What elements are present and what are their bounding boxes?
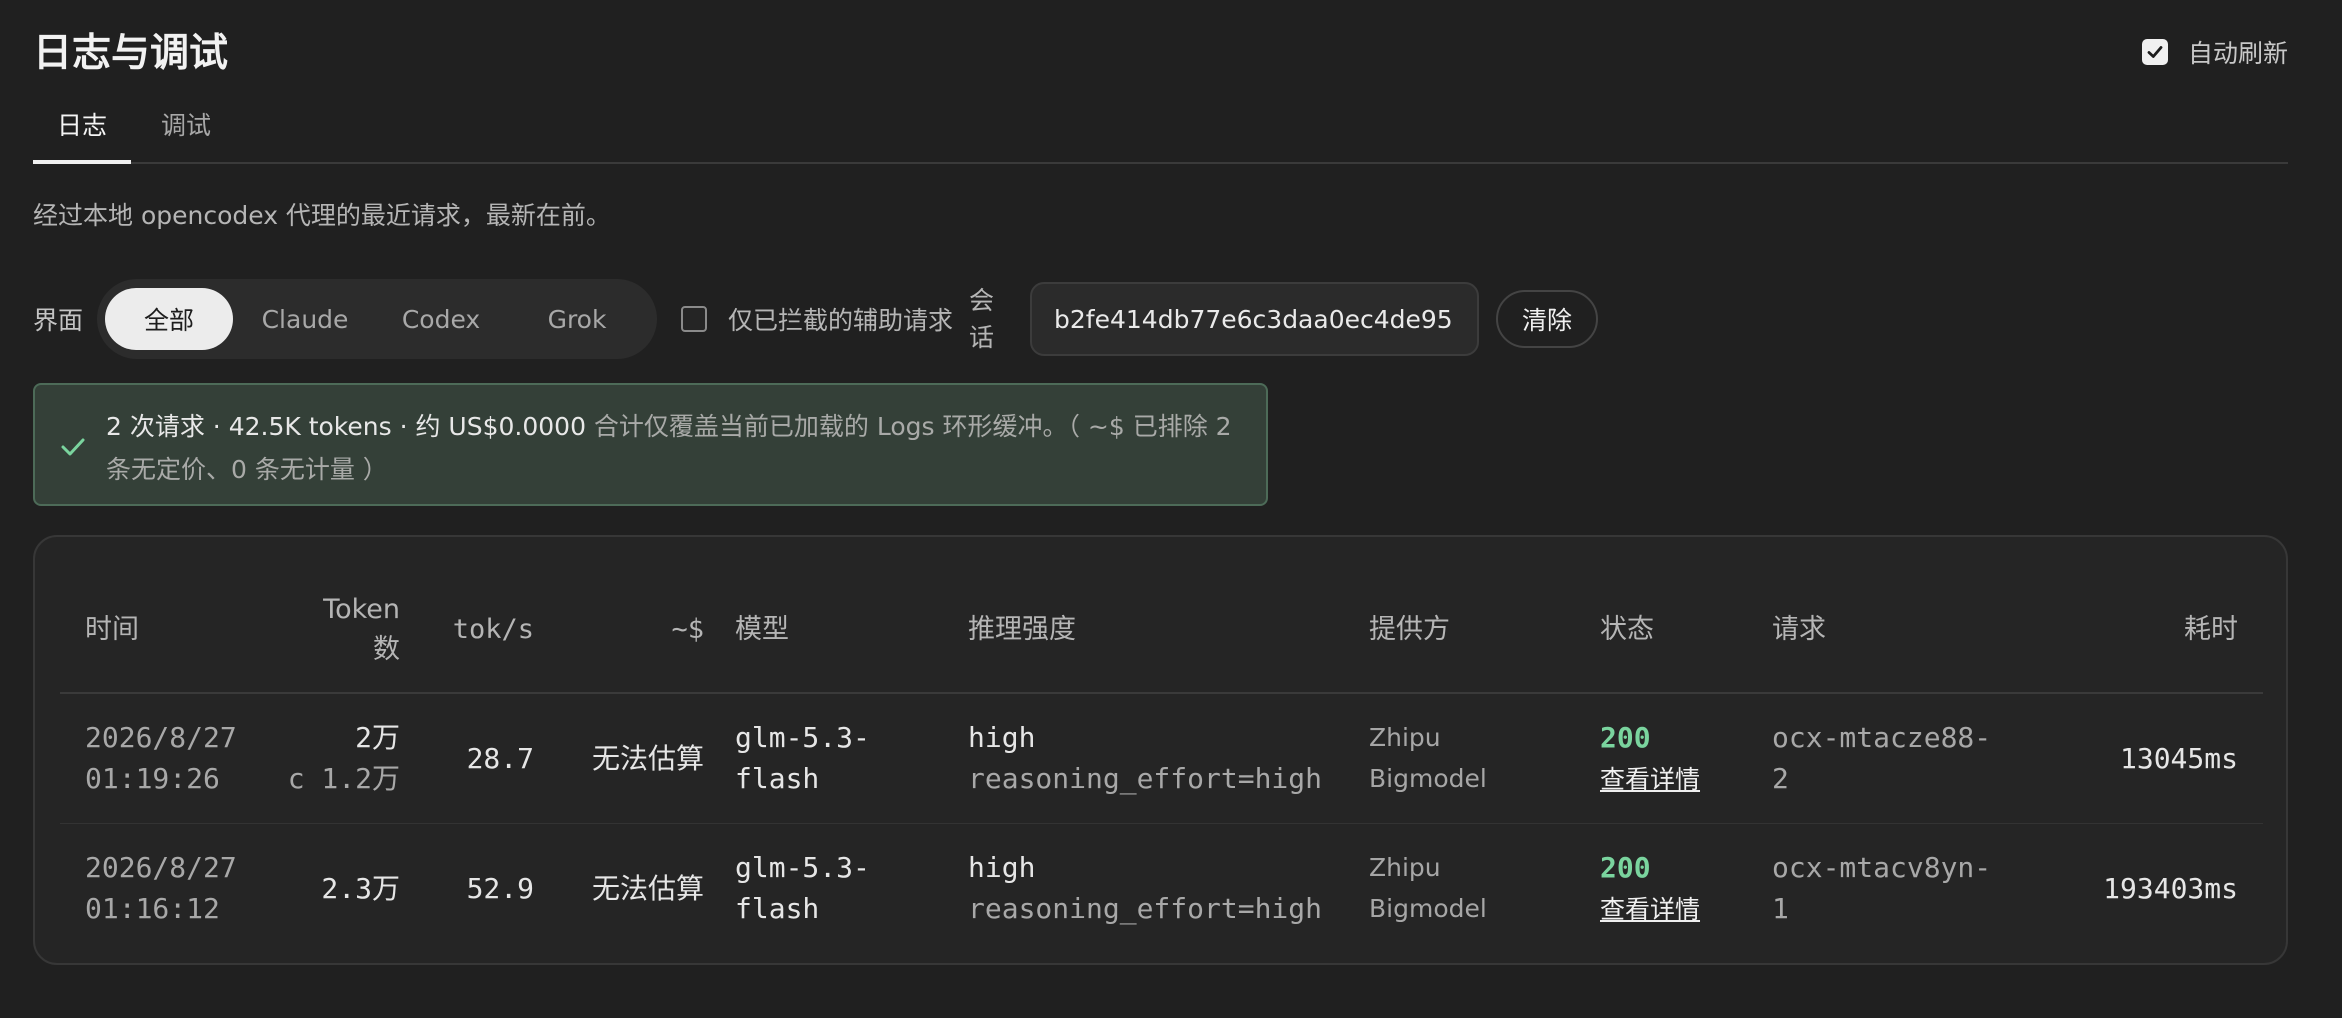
session-label: 会话 <box>969 286 995 352</box>
checkmark-icon <box>2147 46 2163 58</box>
session-input[interactable] <box>1030 282 1480 356</box>
col-provider[interactable]: 提供方 <box>1369 567 1600 694</box>
logs-table: 时间 Token 数 tok/s ~$ 模型 推理强度 提供方 状态 请求 耗时… <box>60 567 2263 953</box>
surface-option-all[interactable]: 全部 <box>105 288 234 350</box>
tab-debug[interactable]: 调试 <box>137 92 235 164</box>
cell-tokens: 2.3万 <box>277 823 400 953</box>
col-time[interactable]: 时间 <box>60 567 277 694</box>
auto-refresh-label: 自动刷新 <box>2187 39 2288 68</box>
cell-effort: high reasoning_effort=high <box>968 823 1369 953</box>
cell-provider: Zhipu Bigmodel <box>1369 693 1600 824</box>
cell-duration: 13045ms <box>1992 693 2263 824</box>
cell-clock: 01:16:12 <box>85 892 220 926</box>
cell-request-line1: ocx-mtacv8yn- <box>1772 851 1992 885</box>
status-code: 200 <box>1600 850 1651 884</box>
cell-duration: 193403ms <box>2103 871 2238 905</box>
surface-option-claude[interactable]: Claude <box>241 288 369 350</box>
cell-effort-detail: reasoning_effort=high <box>968 762 1323 796</box>
cell-provider-line2: Bigmodel <box>1369 894 1487 924</box>
cell-clock: 01:19:26 <box>85 762 220 796</box>
cell-provider-line2: Bigmodel <box>1369 764 1487 794</box>
cell-date: 2026/8/27 <box>85 851 237 885</box>
col-duration[interactable]: 耗时 <box>1992 567 2263 694</box>
summary-text: 2 次请求 · 42.5K tokens · 约 US$0.0000 合计仅覆盖… <box>106 405 1232 491</box>
cell-provider-line1: Zhipu <box>1369 853 1441 883</box>
table-header-row: 时间 Token 数 tok/s ~$ 模型 推理强度 提供方 状态 请求 耗时 <box>60 567 2263 694</box>
surface-segmented-control: 全部 Claude Codex Grok <box>97 279 658 359</box>
cell-effort-detail: reasoning_effort=high <box>968 892 1323 926</box>
cell-model-line1: glm-5.3- <box>735 721 870 755</box>
clear-button[interactable]: 清除 <box>1496 290 1599 348</box>
surface-option-codex[interactable]: Codex <box>377 288 505 350</box>
cell-model: glm-5.3- flash <box>704 823 968 953</box>
cell-tps: 52.9 <box>466 871 534 905</box>
cell-model-line1: glm-5.3- <box>735 851 870 885</box>
cell-date: 2026/8/27 <box>85 721 237 755</box>
cell-model: glm-5.3- flash <box>704 693 968 824</box>
cell-request-line1: ocx-mtacze88- <box>1772 721 1992 755</box>
auto-refresh-toggle[interactable]: 自动刷新 <box>2141 34 2288 70</box>
tab-bar: 日志 调试 <box>33 92 2288 164</box>
col-tokens[interactable]: Token 数 <box>277 567 400 694</box>
col-status[interactable]: 状态 <box>1600 567 1772 694</box>
cell-model-line2: flash <box>735 892 820 926</box>
summary-notice: 2 次请求 · 42.5K tokens · 约 US$0.0000 合计仅覆盖… <box>33 383 1268 506</box>
cell-time: 2026/8/27 01:19:26 <box>60 693 277 824</box>
col-tokens-line1: Token <box>323 593 400 625</box>
cell-tokens-cached: c 1.2万 <box>287 762 400 796</box>
summary-detail: 合计仅覆盖当前已加载的 Logs 环形缓冲。（ ~$ 已排除 2 <box>585 412 1232 441</box>
cell-model-line2: flash <box>735 762 820 796</box>
summary-totals: 2 次请求 · 42.5K tokens · 约 US$0.0000 <box>106 412 586 441</box>
cell-request-line2: 2 <box>1772 762 1789 796</box>
cell-provider: Zhipu Bigmodel <box>1369 823 1600 953</box>
cell-request: ocx-mtacze88- 2 <box>1772 693 1992 824</box>
col-tps[interactable]: tok/s <box>400 567 534 694</box>
cell-request-line2: 1 <box>1772 892 1789 926</box>
cell-tokens: 2万 c 1.2万 <box>277 693 400 824</box>
col-effort[interactable]: 推理强度 <box>968 567 1369 694</box>
tab-logs[interactable]: 日志 <box>33 92 132 164</box>
cell-effort-level: high <box>968 721 1036 755</box>
cell-request: ocx-mtacv8yn- 1 <box>1772 823 1992 953</box>
col-model[interactable]: 模型 <box>704 567 968 694</box>
view-details-link[interactable]: 查看详情 <box>1600 765 1700 794</box>
cell-cost: 无法估算 <box>591 871 704 905</box>
check-icon <box>61 438 85 456</box>
auto-refresh-checkbox[interactable] <box>2141 39 2168 65</box>
table-row[interactable]: 2026/8/27 01:19:26 2万 c 1.2万 28.7 无法估算 g… <box>60 693 2263 824</box>
only-blocked-label: 仅已拦截的辅助请求 <box>728 306 954 335</box>
status-code: 200 <box>1600 720 1651 754</box>
view-details-link[interactable]: 查看详情 <box>1600 895 1700 924</box>
only-blocked-checkbox[interactable] <box>681 306 708 332</box>
summary-detail-2: 条无定价、0 条无计量 ） <box>106 455 388 484</box>
logs-table-card: 时间 Token 数 tok/s ~$ 模型 推理强度 提供方 状态 请求 耗时… <box>33 535 2288 965</box>
col-tokens-line2: 数 <box>373 633 400 665</box>
surface-option-grok[interactable]: Grok <box>513 288 641 350</box>
col-cost[interactable]: ~$ <box>534 567 704 694</box>
only-blocked-toggle[interactable]: 仅已拦截的辅助请求 <box>681 301 953 337</box>
cell-tps: 28.7 <box>400 693 534 824</box>
table-row[interactable]: 2026/8/27 01:16:12 2.3万 52.9 无法估算 glm-5.… <box>60 823 2263 953</box>
cell-status: 200 查看详情 <box>1600 823 1772 953</box>
filter-bar: 界面 全部 Claude Codex Grok 仅已拦截的辅助请求 会话 清除 <box>33 278 1599 360</box>
page-description: 经过本地 opencodex 代理的最近请求，最新在前。 <box>33 201 611 230</box>
cell-status: 200 查看详情 <box>1600 693 1772 824</box>
cell-time: 2026/8/27 01:16:12 <box>60 823 277 953</box>
cell-effort-level: high <box>968 851 1036 885</box>
col-request[interactable]: 请求 <box>1772 567 1992 694</box>
page-title: 日志与调试 <box>33 31 229 76</box>
cell-effort: high reasoning_effort=high <box>968 693 1369 824</box>
cell-cost: 无法估算 <box>534 693 704 824</box>
cell-tokens-total: 2.3万 <box>321 871 400 905</box>
cell-provider-line1: Zhipu <box>1369 723 1441 753</box>
cell-tokens-total: 2万 <box>355 721 400 755</box>
surface-label: 界面 <box>33 306 84 335</box>
